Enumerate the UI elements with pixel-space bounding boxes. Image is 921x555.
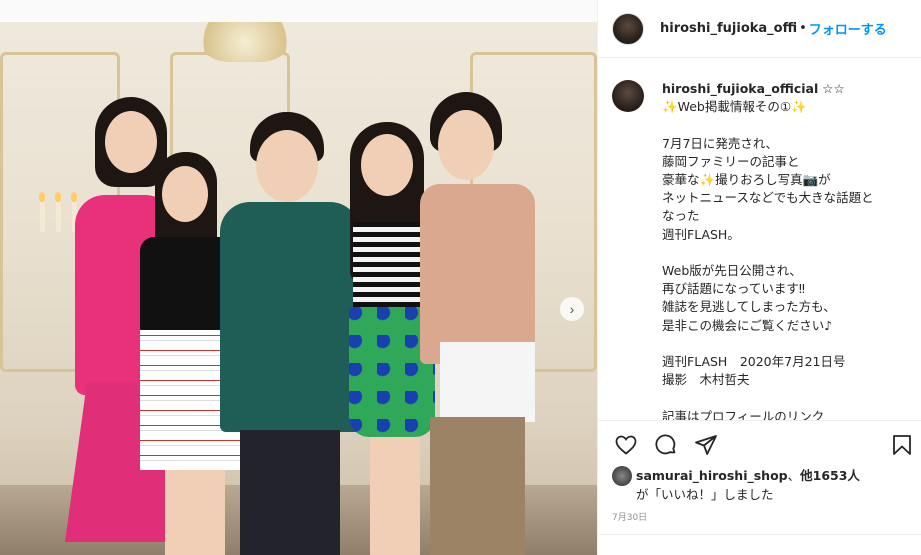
like-button[interactable]	[612, 431, 640, 459]
caption-line: なった	[662, 208, 700, 224]
caption-line: ✨Web掲載情報その①✨	[662, 99, 807, 115]
caption-area: hiroshi_fujioka_official ☆☆ ✨Web掲載情報その①✨…	[598, 58, 921, 420]
caption-gap	[662, 335, 874, 353]
caption-username[interactable]: hiroshi_fujioka_official	[662, 81, 818, 96]
photo-area: ›	[0, 0, 597, 555]
liker-username[interactable]: samurai_hiroshi_shop	[636, 467, 788, 485]
caption-line: 週刊FLASH。	[662, 226, 740, 242]
header-separator: •	[799, 21, 807, 36]
likes-suffix: が「いいね！」しました	[636, 487, 774, 502]
caption-line: 藤岡ファミリーの記事と	[662, 153, 800, 169]
caption-gap	[662, 389, 874, 407]
post-header: hiroshi_fujioka_offi • フォローする	[598, 0, 921, 58]
caption-avatar[interactable]	[612, 80, 644, 112]
bookmark-icon	[893, 434, 911, 455]
caption-line: 豪華な✨撮りおろし写真📷が	[662, 172, 831, 187]
caption-line: 是非この機会にご覧ください♪	[662, 317, 833, 333]
caption-line: 雑誌を見逃してしまった方も、	[662, 299, 836, 315]
comment-icon	[655, 434, 676, 454]
comment-input-area	[598, 534, 921, 555]
comment-button[interactable]	[652, 431, 680, 459]
avatar[interactable]	[612, 12, 644, 45]
post-photo: ›	[0, 22, 597, 555]
heart-icon	[615, 435, 637, 455]
likes-separator: 、	[787, 468, 801, 483]
caption-line: 再び話題になっています‼	[662, 281, 805, 297]
save-button[interactable]	[888, 431, 916, 459]
caption-stars: ☆☆	[822, 81, 845, 96]
caption-line: 週刊FLASH 2020年7月21日号	[662, 354, 846, 369]
caption-line: 7月7日に発売され、	[662, 135, 779, 151]
chevron-right-icon: ›	[569, 301, 575, 317]
likes-summary: samurai_hiroshi_shop、他1653人 が「いいね！」しました	[612, 466, 912, 504]
liker-avatar[interactable]	[612, 466, 632, 486]
post-sidebar: hiroshi_fujioka_offi • フォローする hiroshi_fu…	[597, 0, 921, 555]
post-date[interactable]: 7月30日	[612, 510, 647, 523]
likes-count[interactable]: 他1653人	[800, 467, 860, 485]
caption-line: 記事はプロフィールのリンク	[662, 408, 825, 420]
caption-gap	[662, 244, 874, 262]
share-icon	[695, 434, 717, 455]
caption-line: 撮影 木村哲夫	[662, 372, 750, 388]
caption-gap	[662, 116, 874, 134]
caption-line: Web版が先日公開され、	[662, 263, 802, 278]
header-username[interactable]: hiroshi_fujioka_offi	[660, 21, 797, 36]
caption-line: ネットニュースなどでも大きな話題と	[662, 190, 874, 206]
caption-text: hiroshi_fujioka_official ☆☆ ✨Web掲載情報その①✨…	[662, 80, 874, 420]
next-photo-button[interactable]: ›	[560, 297, 584, 321]
action-bar	[598, 420, 921, 468]
follow-button[interactable]: フォローする	[809, 19, 887, 38]
share-button[interactable]	[692, 431, 720, 459]
instagram-post-view: › hiroshi_fujioka_offi • フォローする hiroshi_…	[0, 0, 921, 555]
